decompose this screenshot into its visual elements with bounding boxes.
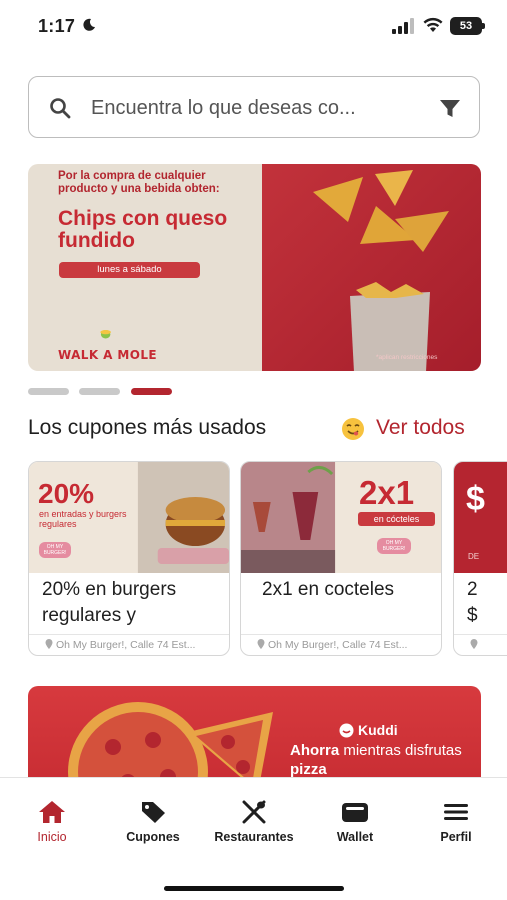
coupon-title-line2: $ (467, 605, 478, 626)
coupon-card[interactable]: $ DE 2 $ (453, 461, 507, 656)
coupon-badge-sub: en cócteles (358, 512, 435, 526)
section-title: Los cupones más usados (28, 416, 267, 439)
wallet-icon (342, 803, 368, 822)
home-indicator[interactable] (164, 886, 344, 891)
location-pin-icon (45, 639, 53, 649)
status-bar: 1:17 53 (0, 0, 507, 54)
see-all-link[interactable]: Ver todos (376, 416, 465, 440)
coupon-location: Oh My Burger!, Calle 74 Est... (29, 634, 229, 655)
kuddi-brand: Kuddi (358, 722, 398, 738)
yum-emoji-icon (342, 418, 364, 440)
fork-knife-icon (242, 800, 266, 824)
coupon-brand-logo: OH MY BURGER! (377, 538, 411, 554)
kuddi-headline: Ahorra mientras disfrutas pizza (290, 741, 470, 779)
walk-a-mole-logo (100, 330, 111, 339)
carousel-dot[interactable] (28, 388, 69, 395)
wifi-icon (423, 17, 443, 32)
headline-rest: mientras disfrutas (339, 742, 462, 759)
headline-tail: pizza (290, 761, 327, 778)
promo-brand-name: WALK A MOLE (58, 348, 157, 362)
tab-perfil[interactable]: Perfil (408, 800, 504, 844)
coupon-brand-logo: OH MY BURGER! (39, 542, 71, 558)
search-icon (50, 98, 71, 119)
search-bar[interactable] (28, 76, 480, 138)
kuddi-logo-icon (339, 723, 354, 738)
status-time: 1:17 (38, 16, 76, 36)
coupon-badge: 2x1 (359, 474, 415, 511)
coupon-location-text: Oh My Burger!, Calle 74 Est... (268, 639, 408, 651)
location-pin-icon (257, 639, 265, 649)
tab-label: Perfil (440, 830, 472, 844)
coupon-badge: 20% (38, 478, 95, 509)
nacho-chip-image (375, 170, 413, 206)
headline-bold: Ahorra (290, 742, 340, 759)
filter-icon[interactable] (439, 99, 461, 119)
promo-title: Chips con queso fundido (58, 207, 228, 252)
search-input[interactable] (91, 89, 421, 127)
tab-label: Wallet (336, 830, 374, 844)
carousel-dot[interactable] (79, 388, 120, 395)
tab-label: Cupones (126, 830, 180, 844)
tab-inicio[interactable]: Inicio (4, 800, 100, 844)
coupon-badge: $ (466, 480, 485, 518)
tab-label: Inicio (37, 830, 67, 844)
tab-wallet[interactable]: Wallet (307, 800, 403, 844)
promo-schedule-pill: lunes a sábado (59, 262, 200, 278)
menu-icon (444, 804, 468, 820)
tab-cupones[interactable]: Cupones (105, 800, 201, 844)
coupon-title: 2 (467, 579, 478, 600)
promo-banner[interactable]: Por la compra de cualquier producto y un… (28, 164, 481, 371)
location-pin-icon (470, 639, 478, 649)
bottom-tab-bar: Inicio Cupones Restaurantes Wallet Perfi… (0, 777, 507, 900)
promo-disclaimer: *aplican restricciones (376, 354, 438, 361)
coupon-card[interactable]: 20% en entradas y burgers regulares OH M… (28, 461, 230, 656)
home-icon (39, 801, 65, 823)
coupon-tag-icon (142, 802, 165, 823)
coupon-location-text: Oh My Burger!, Calle 74 Est... (56, 639, 196, 651)
coupon-title: 2x1 en cocteles (262, 579, 395, 600)
moon-icon (83, 18, 95, 31)
coupon-location: Oh My Burger!, Calle 74 Est... (241, 634, 441, 655)
tab-label: Restaurantes (214, 830, 294, 844)
tab-restaurantes[interactable]: Restaurantes (206, 800, 302, 844)
carousel-dot-active[interactable] (131, 388, 172, 395)
coupon-badge-sub: en entradas y burgers regulares (39, 509, 127, 529)
promo-description: Por la compra de cualquier producto y un… (58, 170, 220, 195)
coupon-badge-sub: DE (468, 552, 480, 561)
kuddi-promo-banner[interactable]: Kuddi Ahorra mientras disfrutas pizza (28, 686, 481, 786)
cellular-signal-icon (392, 18, 414, 34)
coupon-location (454, 634, 507, 655)
coupon-card[interactable]: 2x1 en cócteles OH MY BURGER! 2x1 en coc… (240, 461, 442, 656)
battery-indicator: 53 (450, 17, 485, 35)
nacho-chip-image (395, 211, 449, 252)
pizza-image (68, 702, 273, 786)
coupon-title: 20% en burgers regulares y (42, 579, 177, 626)
